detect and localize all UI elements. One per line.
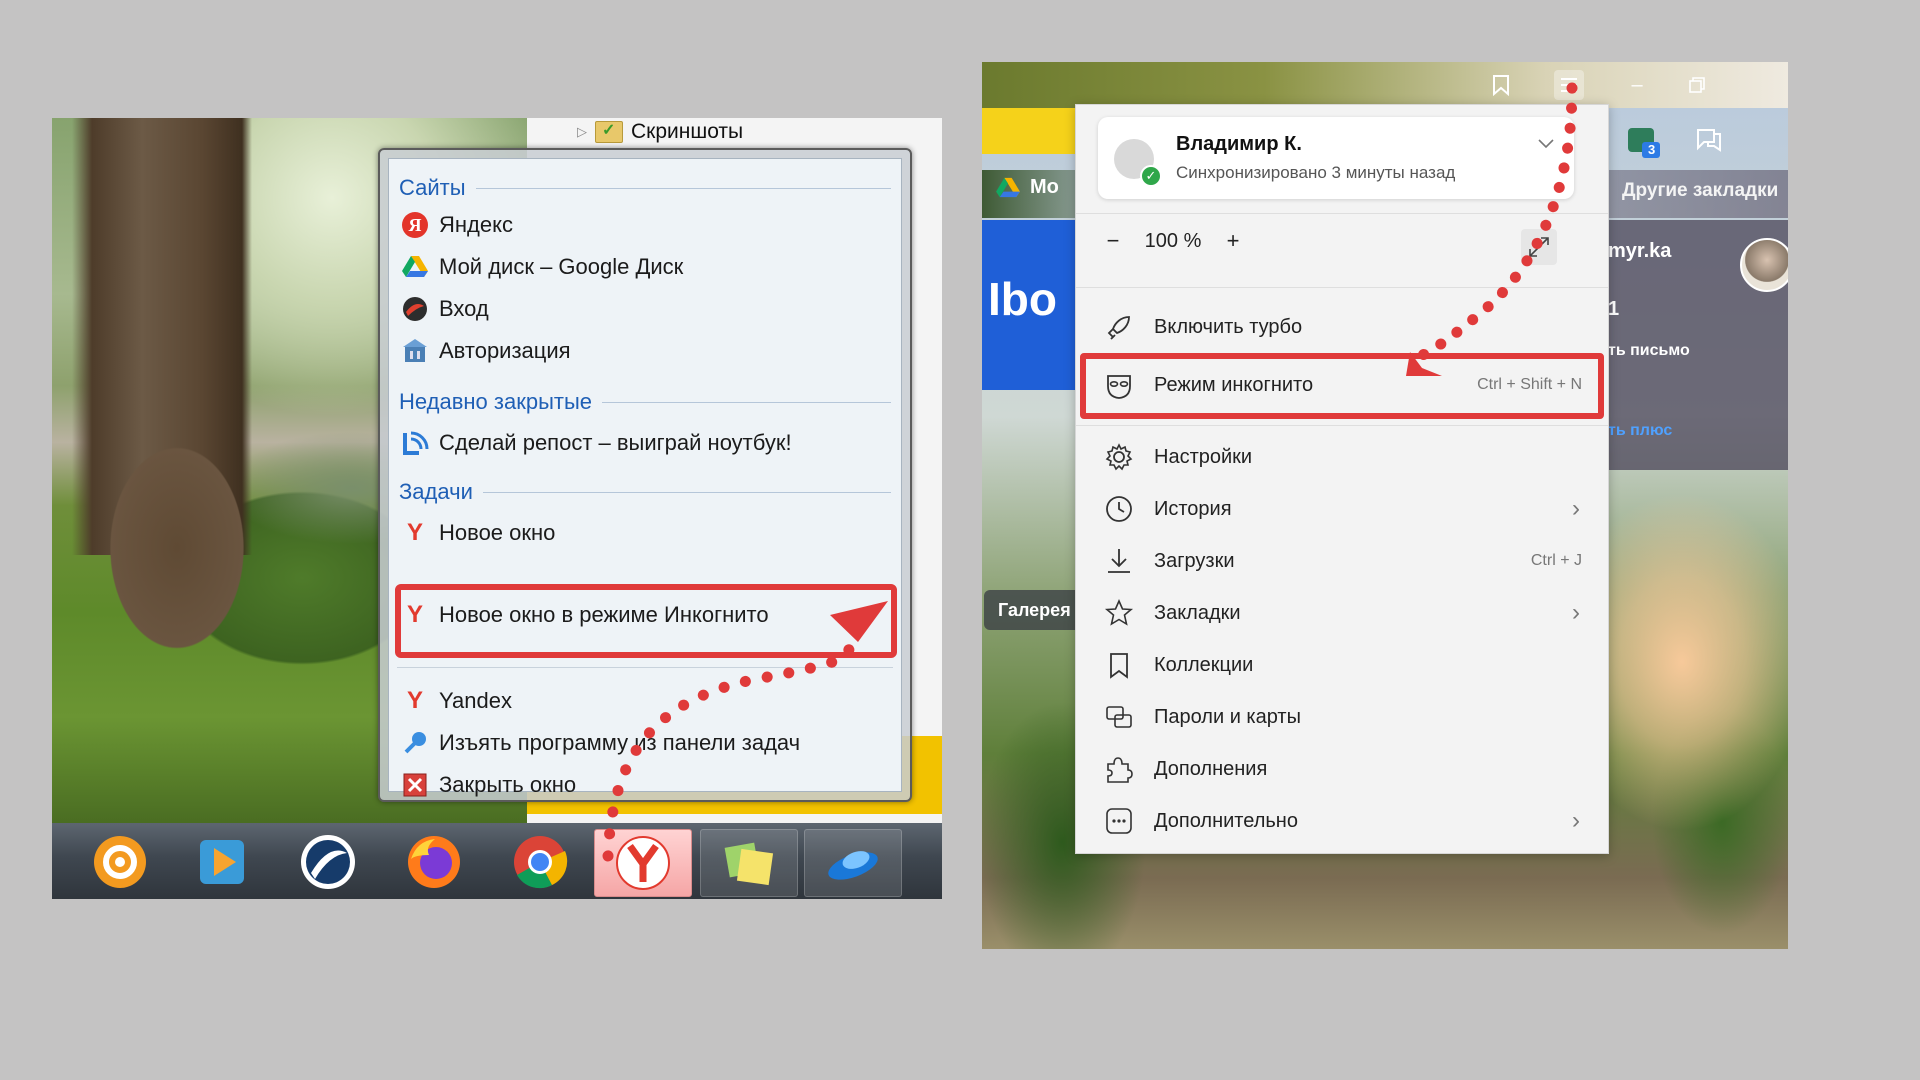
dotted-arrow-right	[1406, 82, 1578, 376]
left-screenshot: ▷ Скриншоты Сайты Я Яндекс Мой диск – Go…	[52, 118, 942, 899]
dotted-arrow-left	[602, 601, 888, 862]
right-screenshot: – 3 Мо Другие закладки Ibo myr.ka 1 ть п…	[982, 62, 1788, 949]
